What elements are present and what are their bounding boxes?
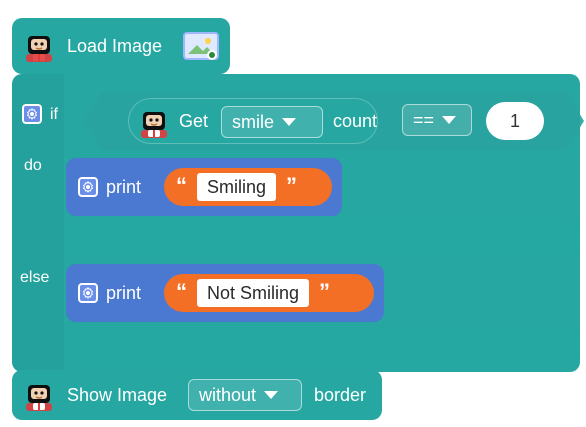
if-bottom-bar xyxy=(66,328,580,364)
quote-close: ” xyxy=(286,173,298,198)
print-block-true[interactable]: print “ Smiling ” xyxy=(66,158,342,216)
load-image-block[interactable]: Load Image xyxy=(12,18,230,74)
string-literal[interactable]: “ Smiling ” xyxy=(164,168,332,206)
do-label: do xyxy=(24,157,42,174)
operator-dropdown[interactable]: == xyxy=(402,104,472,136)
compare-value[interactable]: 1 xyxy=(486,102,544,140)
robot-head-icon xyxy=(137,105,171,139)
border-dropdown[interactable]: without xyxy=(188,379,302,411)
compare-value-text: 1 xyxy=(509,110,520,131)
show-image-block[interactable]: Show Image without border xyxy=(12,370,382,420)
operator-selected: == xyxy=(413,110,435,130)
chevron-down-icon xyxy=(442,116,457,124)
quote-open: “ xyxy=(176,173,187,198)
metric-selected: smile xyxy=(232,112,275,132)
if-label: if xyxy=(50,106,58,123)
gear-icon xyxy=(78,177,98,197)
border-option-selected: without xyxy=(199,385,257,405)
get-count-block[interactable]: Get smile count xyxy=(128,98,378,144)
if-block[interactable]: if Get smile count == 1 do print “ Smili… xyxy=(12,74,584,372)
print-block-false[interactable]: print “ Not Smiling ” xyxy=(66,264,384,322)
robot-head-icon xyxy=(22,378,56,412)
else-label: else xyxy=(20,269,50,286)
quote-close: ” xyxy=(319,279,331,304)
load-image-label: Load Image xyxy=(67,36,163,56)
chevron-down-icon xyxy=(282,118,297,126)
if-middle-bar xyxy=(66,220,580,256)
quote-open: “ xyxy=(176,279,187,304)
count-label: count xyxy=(333,111,378,131)
gear-icon xyxy=(78,283,98,303)
show-image-label: Show Image xyxy=(67,385,168,405)
chevron-down-icon xyxy=(264,391,279,399)
get-label: Get xyxy=(179,111,209,131)
print-label: print xyxy=(106,177,142,197)
string-literal[interactable]: “ Not Smiling ” xyxy=(164,274,374,312)
border-label: border xyxy=(314,385,367,405)
metric-dropdown[interactable]: smile xyxy=(221,106,323,138)
gear-icon xyxy=(22,104,42,124)
print-label: print xyxy=(106,283,142,303)
image-icon xyxy=(183,32,219,65)
string-value[interactable]: Not Smiling xyxy=(197,279,310,307)
string-value[interactable]: Smiling xyxy=(197,173,277,201)
if-condition[interactable]: Get smile count == 1 xyxy=(84,92,584,150)
robot-head-icon xyxy=(22,29,56,63)
